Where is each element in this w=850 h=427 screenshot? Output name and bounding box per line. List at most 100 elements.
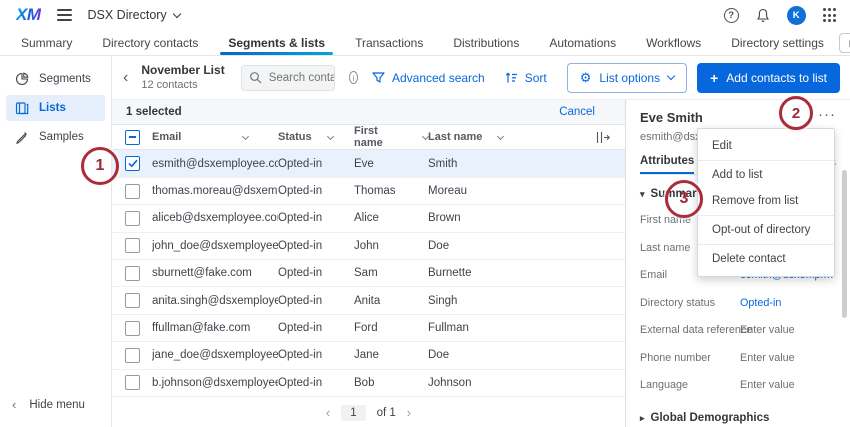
column-header-last-name[interactable]: Last name: [428, 131, 482, 143]
sidebar: Segments Lists Samples ‹ Hide menu: [0, 56, 112, 427]
cell-first-name: John: [354, 240, 428, 252]
menu-item-delete-contact[interactable]: Delete contact: [698, 246, 834, 272]
plus-icon: +: [710, 71, 718, 85]
menu-item-remove-from-list[interactable]: Remove from list: [698, 188, 834, 214]
cell-status: Opted-in: [278, 349, 354, 361]
column-header-status[interactable]: Status: [278, 131, 312, 143]
select-all-checkbox[interactable]: [125, 130, 140, 145]
caret-down-icon: ▾: [640, 189, 645, 200]
table-row[interactable]: john_doe@dsxemployee....Opted-inJohnDoe: [112, 233, 625, 260]
row-checkbox[interactable]: [125, 211, 140, 226]
column-header-email[interactable]: Email: [152, 131, 181, 143]
attribute-row-directory-status: Directory statusOpted-in: [640, 297, 836, 309]
table-row[interactable]: b.johnson@dsxemployee....Opted-inBobJohn…: [112, 370, 625, 397]
chevron-down-icon: [172, 9, 180, 17]
cell-email: esmith@dsxemployee.com: [152, 158, 278, 170]
kebab-menu-icon[interactable]: ···: [818, 110, 836, 120]
annotation-badge-3: 3: [665, 180, 703, 218]
product-switcher[interactable]: DSX Directory: [88, 8, 180, 22]
tab-automations[interactable]: Automations: [534, 30, 631, 55]
notifications-bell-icon[interactable]: [756, 8, 770, 23]
sidebar-item-samples[interactable]: Samples: [6, 124, 105, 150]
column-settings-icon[interactable]: [585, 131, 625, 144]
tab-segments-lists[interactable]: Segments & lists: [213, 30, 340, 55]
table-row[interactable]: esmith@dsxemployee.comOpted-inEveSmith: [112, 150, 625, 177]
row-checkbox[interactable]: [125, 184, 140, 199]
row-checkbox[interactable]: [125, 293, 140, 308]
column-header-first-name[interactable]: First name: [354, 125, 407, 149]
attribute-label: Directory status: [640, 297, 740, 309]
table-row[interactable]: anita.singh@dsxemployee...Opted-inAnitaS…: [112, 287, 625, 314]
panel-scrollbar[interactable]: [842, 170, 847, 318]
tab-directory-contacts[interactable]: Directory contacts: [87, 30, 213, 55]
table-row[interactable]: sburnett@fake.comOpted-inSamBurnette: [112, 260, 625, 287]
tab-attributes[interactable]: Attributes: [640, 155, 694, 174]
row-checkbox[interactable]: [125, 348, 140, 363]
tab-transactions[interactable]: Transactions: [340, 30, 438, 55]
current-page[interactable]: 1: [341, 405, 365, 421]
attribute-row-phone-number: Phone numberEnter value: [640, 352, 836, 364]
directory-nav-tabs: SummaryDirectory contactsSegments & list…: [0, 30, 850, 56]
cell-email: anita.singh@dsxemployee...: [152, 295, 278, 307]
hide-menu-button[interactable]: ‹ Hide menu: [6, 392, 105, 417]
chevron-down-icon[interactable]: [327, 133, 334, 140]
cell-last-name: Fullman: [428, 322, 625, 334]
sidebar-item-segments[interactable]: Segments: [6, 66, 105, 92]
attribute-value-directory-status[interactable]: Opted-in: [740, 297, 781, 309]
global-demographics-section-toggle[interactable]: ▸ Global Demographics: [640, 412, 836, 424]
contacts-table: 1 selected Cancel Email Status First nam…: [112, 100, 625, 427]
app-grid-icon[interactable]: [823, 8, 836, 21]
add-contacts-button[interactable]: + Add contacts to list: [697, 63, 840, 93]
advanced-search-button[interactable]: Advanced search: [372, 71, 485, 85]
cell-status: Opted-in: [278, 158, 354, 170]
hamburger-menu-icon[interactable]: [57, 9, 72, 20]
sort-button[interactable]: Sort: [505, 71, 547, 85]
table-row[interactable]: aliceb@dsxemployee.comOpted-inAliceBrown: [112, 205, 625, 232]
tab-summary[interactable]: Summary: [6, 30, 87, 55]
menu-item-edit[interactable]: Edit: [698, 133, 834, 159]
help-icon[interactable]: ?: [724, 8, 739, 23]
row-checkbox[interactable]: [125, 321, 140, 336]
tab-directory-settings[interactable]: Directory settings: [716, 30, 839, 55]
cell-last-name: Brown: [428, 212, 625, 224]
attribute-value-language[interactable]: Enter value: [740, 379, 795, 391]
table-body: esmith@dsxemployee.comOpted-inEveSmithth…: [112, 150, 625, 397]
tab-workflows[interactable]: Workflows: [631, 30, 716, 55]
cell-first-name: Eve: [354, 158, 428, 170]
sidebar-item-label: Samples: [39, 131, 84, 143]
cell-first-name: Jane: [354, 349, 428, 361]
tab-distributions[interactable]: Distributions: [438, 30, 534, 55]
list-options-button[interactable]: ⚙ List options: [567, 63, 687, 93]
complete-button[interactable]: Complete: [839, 33, 850, 53]
table-row[interactable]: jane_doe@dsxemployee....Opted-inJaneDoe: [112, 342, 625, 369]
attribute-value-external-data-reference[interactable]: Enter value: [740, 324, 795, 336]
cancel-selection-button[interactable]: Cancel: [559, 106, 595, 118]
info-icon[interactable]: i: [349, 71, 358, 84]
prev-page-icon[interactable]: ‹: [326, 405, 330, 420]
top-bar: XM DSX Directory ? K: [0, 0, 850, 30]
contact-count: 12 contacts: [141, 78, 224, 92]
next-page-icon[interactable]: ›: [407, 405, 411, 420]
attribute-label: Language: [640, 379, 740, 391]
chevron-down-icon[interactable]: [242, 133, 249, 140]
row-checkbox[interactable]: [125, 156, 140, 171]
row-checkbox[interactable]: [125, 266, 140, 281]
user-avatar[interactable]: K: [787, 6, 806, 25]
attribute-value-phone-number[interactable]: Enter value: [740, 352, 795, 364]
menu-item-opt-out-of-directory[interactable]: Opt-out of directory: [698, 217, 834, 243]
menu-item-add-to-list[interactable]: Add to list: [698, 162, 834, 188]
table-row[interactable]: ffullman@fake.comOpted-inFordFullman: [112, 315, 625, 342]
row-checkbox[interactable]: [125, 375, 140, 390]
back-button[interactable]: ‹: [120, 69, 131, 87]
annotation-badge-2: 2: [779, 96, 813, 130]
contact-name: Eve Smith: [640, 110, 703, 125]
attribute-label: Phone number: [640, 352, 740, 364]
cell-status: Opted-in: [278, 240, 354, 252]
cell-first-name: Bob: [354, 377, 428, 389]
chevron-down-icon[interactable]: [497, 133, 504, 140]
table-row[interactable]: thomas.moreau@dsxempl...Opted-inThomasMo…: [112, 178, 625, 205]
menu-divider: [698, 244, 834, 245]
sidebar-item-lists[interactable]: Lists: [6, 95, 105, 121]
row-checkbox[interactable]: [125, 238, 140, 253]
annotation-badge-1: 1: [81, 147, 119, 185]
